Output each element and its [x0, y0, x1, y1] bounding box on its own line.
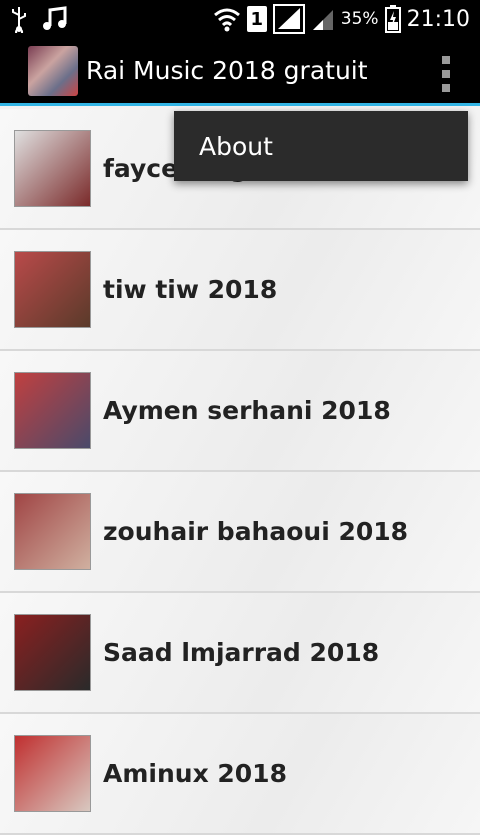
artist-thumbnail [14, 735, 91, 812]
battery-icon [384, 5, 401, 33]
music-note-icon [42, 6, 68, 32]
list-item-label: Saad lmjarrad 2018 [103, 638, 380, 667]
list-item[interactable]: tiw tiw 2018 [0, 230, 480, 351]
song-list: faycel mignon 2018 tiw tiw 2018 Aymen se… [0, 109, 480, 835]
overflow-popup-menu: About [174, 111, 468, 181]
list-item-label: Aymen serhani 2018 [103, 396, 391, 425]
list-item[interactable]: zouhair bahaoui 2018 [0, 472, 480, 593]
sim-icon: 1 [246, 6, 267, 32]
list-item[interactable]: Saad lmjarrad 2018 [0, 593, 480, 714]
overflow-menu-icon[interactable] [442, 56, 450, 92]
artist-thumbnail [14, 251, 91, 328]
app-icon[interactable] [28, 45, 78, 96]
artist-thumbnail [14, 130, 91, 207]
usb-icon [10, 5, 28, 33]
list-item[interactable]: Aymen serhani 2018 [0, 351, 480, 472]
artist-thumbnail [14, 614, 91, 691]
clock: 21:10 [406, 6, 470, 32]
status-bar: 1 35% 21:10 [0, 0, 480, 38]
app-title: Rai Music 2018 gratuit [86, 56, 368, 85]
list-item-label: tiw tiw 2018 [103, 275, 278, 304]
wifi-icon [213, 6, 241, 32]
signal-icon [272, 4, 305, 34]
menu-item-about[interactable]: About [199, 132, 273, 161]
signal-icon [311, 6, 335, 32]
artist-thumbnail [14, 372, 91, 449]
action-bar: Rai Music 2018 gratuit [0, 38, 480, 106]
list-item-label: zouhair bahaoui 2018 [103, 517, 409, 546]
artist-thumbnail [14, 493, 91, 570]
list-item-label: Aminux 2018 [103, 759, 287, 788]
list-item[interactable]: Aminux 2018 [0, 714, 480, 835]
battery-percent: 35% [340, 9, 379, 29]
